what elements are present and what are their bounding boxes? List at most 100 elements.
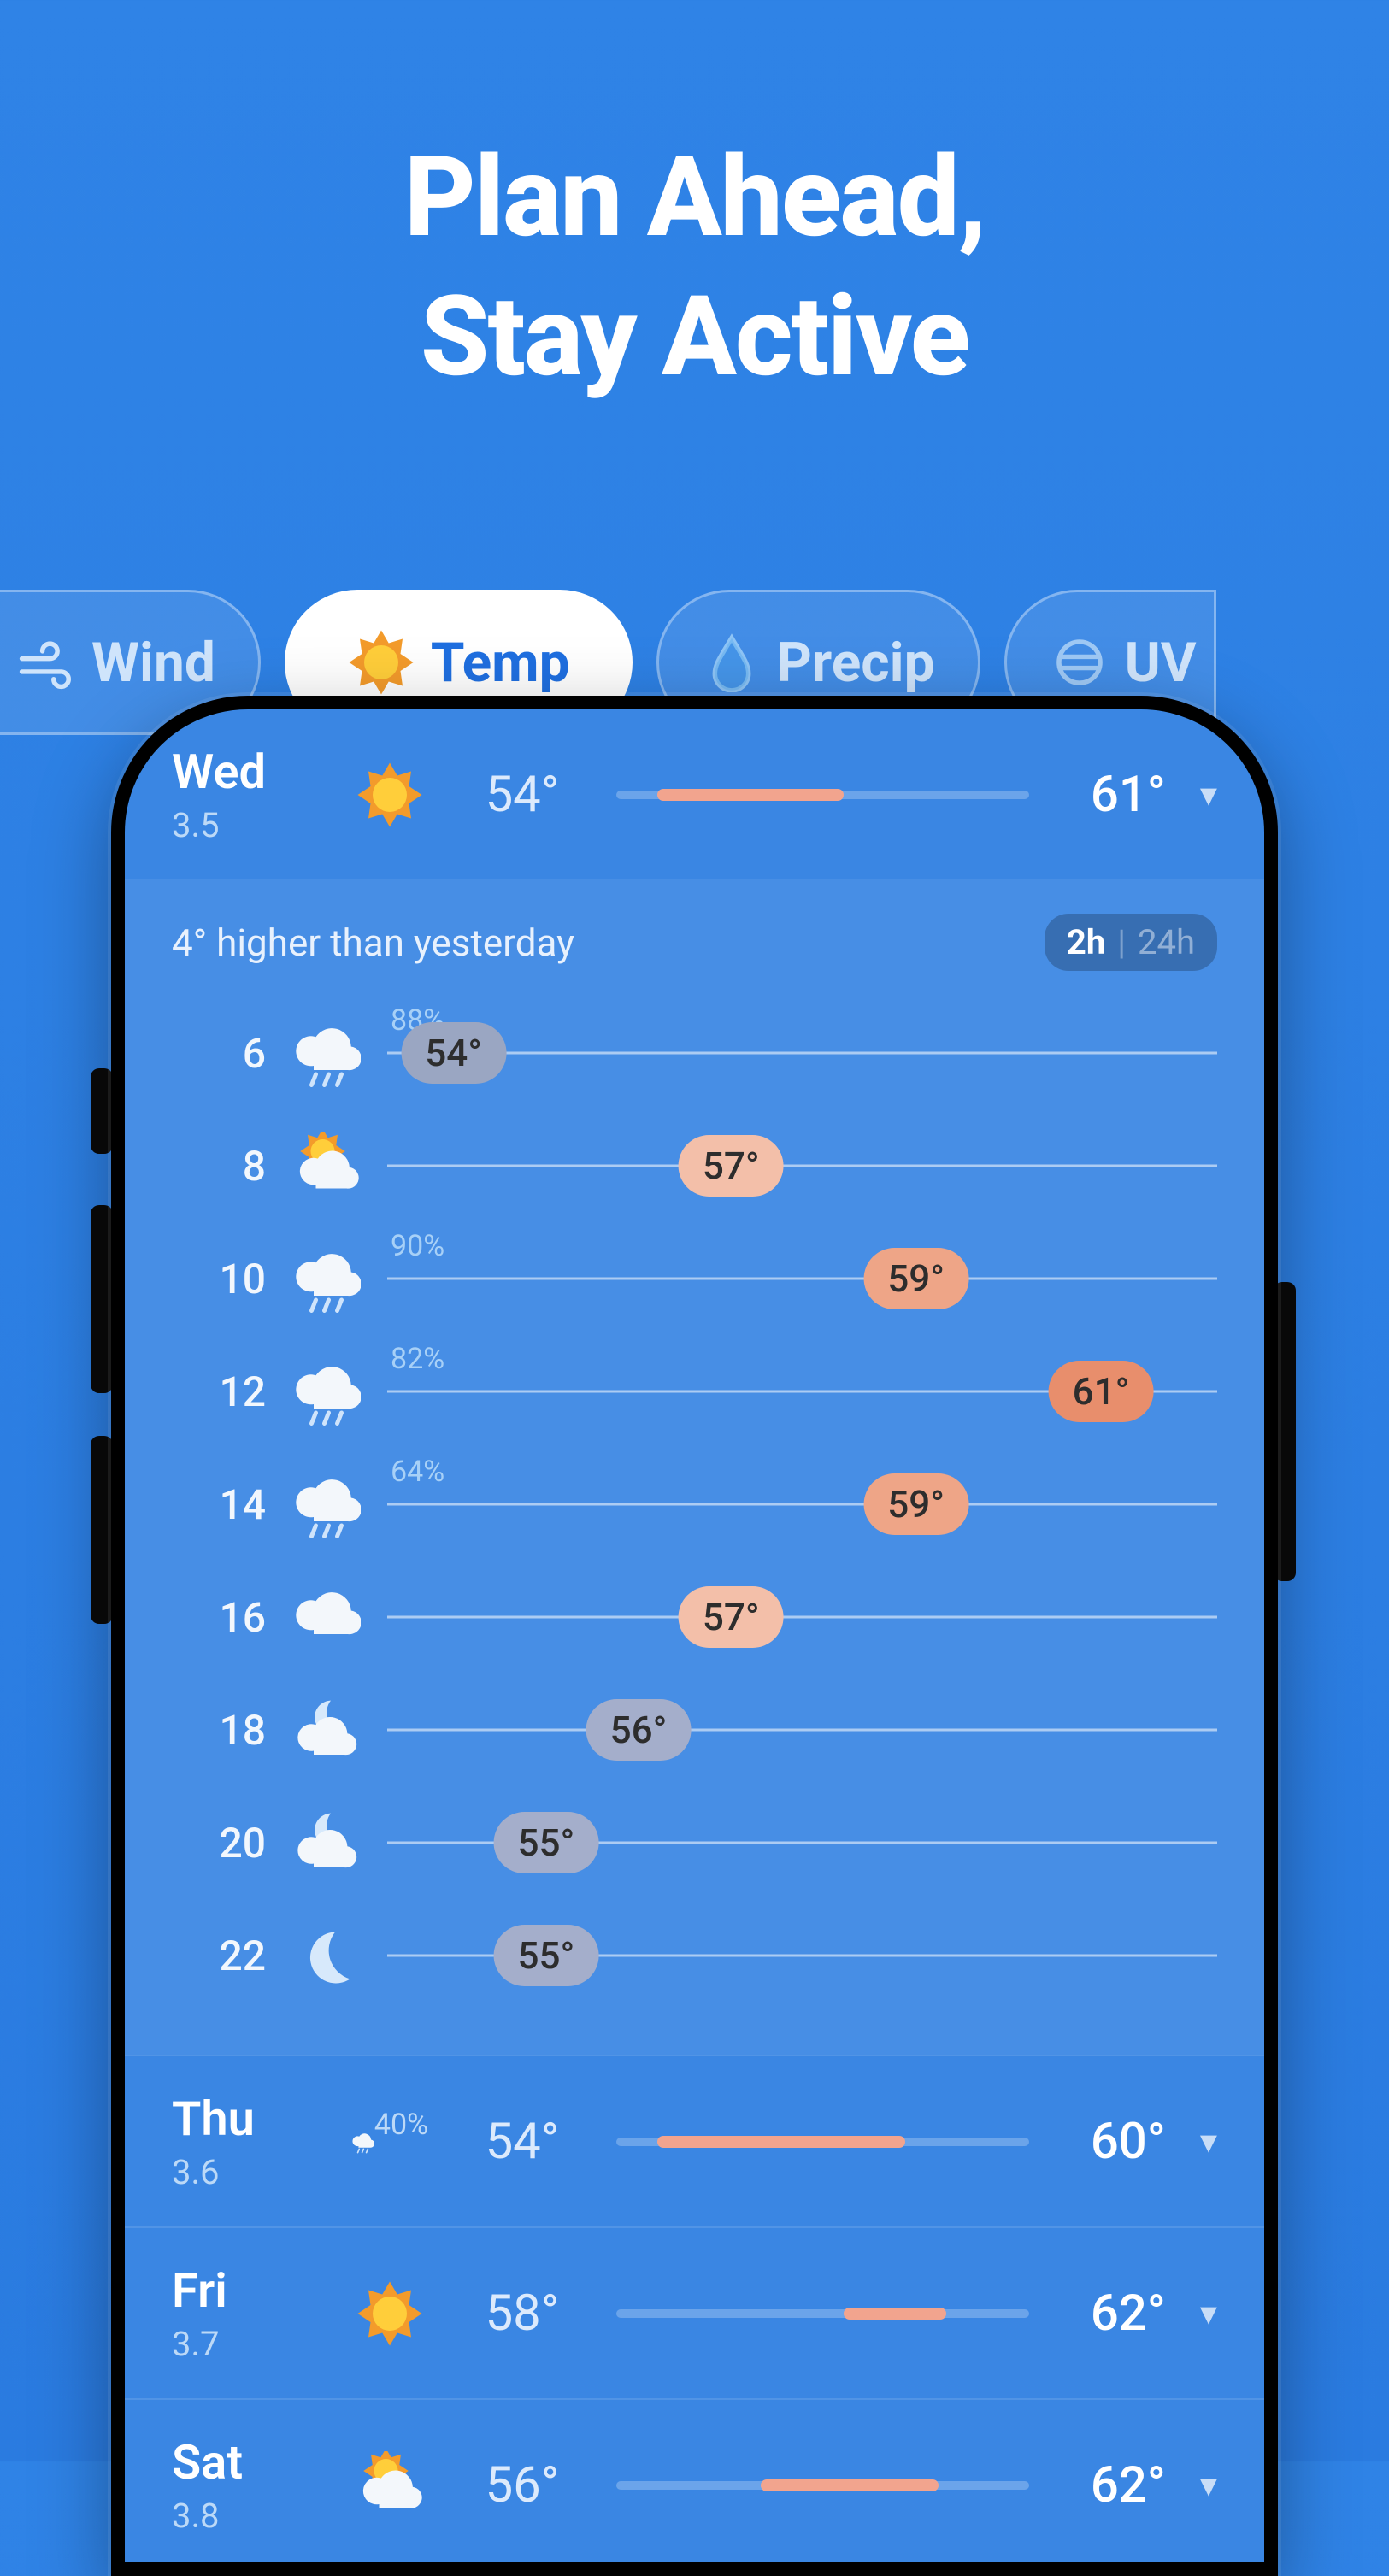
hour-row[interactable]: 10 90% 59° bbox=[172, 1222, 1217, 1335]
chevron-down-icon[interactable]: ▾ bbox=[1200, 774, 1217, 815]
rain-icon bbox=[288, 1019, 365, 1087]
hero-title: Plan Ahead, Stay Active bbox=[0, 0, 1389, 406]
hour-row[interactable]: 14 64% 59° bbox=[172, 1448, 1217, 1561]
rain-icon: 40% bbox=[351, 2108, 428, 2176]
sun-icon bbox=[351, 2279, 428, 2348]
droplet-icon bbox=[702, 632, 762, 692]
hour-row[interactable]: 6 88% 54° bbox=[172, 997, 1217, 1109]
wind-icon bbox=[16, 632, 76, 692]
chevron-down-icon[interactable]: ▾ bbox=[1200, 2465, 1217, 2505]
chevron-down-icon[interactable]: ▾ bbox=[1200, 2121, 1217, 2161]
temp-pill: 55° bbox=[493, 1925, 598, 1986]
interval-toggle[interactable]: 2h | 24h bbox=[1045, 914, 1217, 971]
hourly-list: 6 88% 54° 8 57° 10 bbox=[172, 997, 1217, 2012]
day-date: 3.7 bbox=[172, 2324, 326, 2364]
phone-side-button bbox=[91, 1436, 113, 1624]
temp-pill: 56° bbox=[586, 1699, 692, 1761]
interval-other: 24h bbox=[1138, 922, 1195, 962]
rain-icon bbox=[288, 1470, 365, 1538]
hour-track: 57° bbox=[387, 1140, 1217, 1191]
temp-range-bar bbox=[616, 2138, 1029, 2146]
day-row[interactable]: Fri 3.7 58° 62° ▾ bbox=[125, 2228, 1264, 2398]
temp-pill: 54° bbox=[401, 1022, 506, 1084]
phone-side-button bbox=[91, 1205, 113, 1393]
day-label: Sat bbox=[172, 2434, 326, 2491]
tab-precip-label: Precip bbox=[777, 631, 935, 695]
temp-pill: 59° bbox=[863, 1248, 968, 1309]
temp-range-fill bbox=[761, 2479, 939, 2491]
daily-list: Thu 3.6 40% 54° 60° ▾ Fri 3.7 bbox=[125, 2056, 1264, 2572]
phone-screen: Wed 3.5 54° 61° ▾ 4° higher than yesterd… bbox=[125, 709, 1264, 2562]
temp-pill: 57° bbox=[679, 1135, 784, 1197]
day-label: Wed bbox=[172, 744, 326, 800]
precip-pct: 82% bbox=[391, 1342, 444, 1376]
high-temp: 62° bbox=[1055, 2456, 1166, 2514]
day-date: 3.5 bbox=[172, 805, 326, 845]
hour-track: 55° bbox=[387, 1930, 1217, 1981]
hour-row[interactable]: 12 82% 61° bbox=[172, 1335, 1217, 1448]
night-cloud-icon bbox=[288, 1696, 365, 1764]
divider bbox=[125, 2570, 1264, 2572]
hour-track: 90% 59° bbox=[387, 1253, 1217, 1304]
hourly-panel: 4° higher than yesterday 2h | 24h 6 88% … bbox=[125, 879, 1264, 2055]
hour-label: 14 bbox=[172, 1480, 266, 1529]
high-temp: 62° bbox=[1055, 2285, 1166, 2343]
hero-line-1: Plan Ahead, bbox=[0, 128, 1389, 268]
precip-pct: 90% bbox=[391, 1229, 444, 1263]
hour-track: 82% 61° bbox=[387, 1366, 1217, 1417]
temp-range-fill bbox=[657, 2136, 905, 2148]
hour-track: 55° bbox=[387, 1817, 1217, 1868]
day-date: 3.6 bbox=[172, 2152, 326, 2192]
hour-label: 18 bbox=[172, 1706, 266, 1755]
low-temp: 56° bbox=[454, 2456, 591, 2514]
moon-icon bbox=[288, 1921, 365, 1990]
temp-range-bar bbox=[616, 2309, 1029, 2318]
sun-cloud-icon bbox=[288, 1132, 365, 1200]
low-temp: 54° bbox=[454, 766, 591, 824]
hour-track: 64% 59° bbox=[387, 1479, 1217, 1530]
night-cloud-icon bbox=[288, 1808, 365, 1877]
hour-track: 57° bbox=[387, 1591, 1217, 1643]
low-temp: 54° bbox=[454, 2113, 591, 2171]
temp-pill: 59° bbox=[863, 1473, 968, 1535]
hour-label: 12 bbox=[172, 1367, 266, 1416]
high-temp: 61° bbox=[1055, 766, 1166, 824]
hour-row[interactable]: 22 55° bbox=[172, 1899, 1217, 2012]
rain-icon bbox=[288, 1357, 365, 1426]
temp-pill: 57° bbox=[679, 1586, 784, 1648]
chevron-down-icon[interactable]: ▾ bbox=[1200, 2293, 1217, 2333]
sun-icon bbox=[351, 761, 428, 829]
hour-label: 16 bbox=[172, 1593, 266, 1642]
day-label: Thu bbox=[172, 2091, 326, 2147]
uv-icon bbox=[1050, 632, 1109, 692]
day-row-wed[interactable]: Wed 3.5 54° 61° ▾ bbox=[125, 709, 1264, 879]
hour-row[interactable]: 8 57° bbox=[172, 1109, 1217, 1222]
temp-range-fill bbox=[844, 2308, 947, 2320]
rain-icon bbox=[288, 1244, 365, 1313]
compare-note: 4° higher than yesterday bbox=[172, 920, 574, 965]
hour-label: 10 bbox=[172, 1255, 266, 1303]
hour-label: 22 bbox=[172, 1932, 266, 1980]
high-temp: 60° bbox=[1055, 2113, 1166, 2171]
precip-pct: 64% bbox=[391, 1455, 444, 1489]
temp-range-fill bbox=[657, 789, 843, 801]
interval-selected: 2h bbox=[1067, 922, 1105, 962]
phone-frame: Wed 3.5 54° 61° ▾ 4° higher than yesterd… bbox=[111, 696, 1278, 2576]
day-row[interactable]: Sat 3.8 56° 62° ▾ bbox=[125, 2400, 1264, 2570]
day-row[interactable]: Thu 3.6 40% 54° 60° ▾ bbox=[125, 2056, 1264, 2226]
temp-pill: 61° bbox=[1049, 1361, 1154, 1422]
hero-line-2: Stay Active bbox=[0, 268, 1389, 407]
hour-track: 56° bbox=[387, 1704, 1217, 1756]
hour-row[interactable]: 20 55° bbox=[172, 1786, 1217, 1899]
temp-range-bar bbox=[616, 791, 1029, 799]
tab-wind-label: Wind bbox=[91, 631, 215, 695]
hour-label: 8 bbox=[172, 1142, 266, 1191]
temp-range-bar bbox=[616, 2481, 1029, 2490]
hour-row[interactable]: 18 56° bbox=[172, 1673, 1217, 1786]
day-date: 3.8 bbox=[172, 2496, 326, 2536]
cloud-icon bbox=[288, 1583, 365, 1651]
tab-temp-label: Temp bbox=[431, 631, 570, 695]
hour-row[interactable]: 16 57° bbox=[172, 1561, 1217, 1673]
hour-label: 20 bbox=[172, 1819, 266, 1867]
sun-icon bbox=[347, 628, 415, 697]
